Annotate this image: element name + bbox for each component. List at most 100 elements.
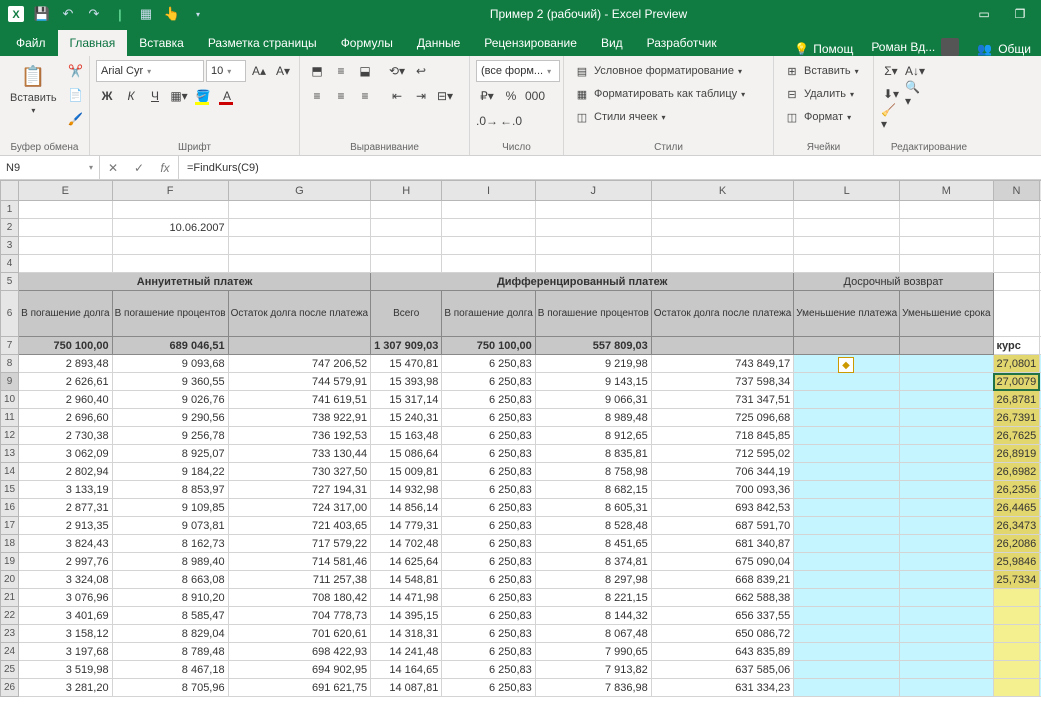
cell-H17[interactable]: 14 779,31 [371, 517, 442, 535]
cell-M21[interactable] [900, 589, 993, 607]
cell-L11[interactable] [794, 409, 900, 427]
row-header-14[interactable]: 14 [1, 463, 19, 481]
cell-E8[interactable]: 2 893,48 [19, 355, 112, 373]
cell-I8[interactable]: 6 250,83 [442, 355, 535, 373]
cell-J14[interactable]: 8 758,98 [535, 463, 651, 481]
cell-M24[interactable] [900, 643, 993, 661]
cell-N20[interactable]: 25,7334 [993, 571, 1040, 589]
save-icon[interactable]: 💾 [30, 2, 54, 26]
cell-I3[interactable] [442, 237, 535, 255]
select-all-corner[interactable] [1, 181, 19, 201]
increase-font-icon[interactable]: A▴ [248, 60, 270, 82]
cell-E21[interactable]: 3 076,96 [19, 589, 112, 607]
cell-F23[interactable]: 8 829,04 [112, 625, 228, 643]
cell-H9[interactable]: 15 393,98 [371, 373, 442, 391]
cell-early-header[interactable]: Досрочный возврат [794, 273, 993, 291]
copy-icon[interactable]: 📄 [65, 84, 87, 106]
cell-I19[interactable]: 6 250,83 [442, 553, 535, 571]
cell-E20[interactable]: 3 324,08 [19, 571, 112, 589]
cell-G6[interactable]: Остаток долга после платежа [228, 291, 370, 337]
cell-L25[interactable] [794, 661, 900, 679]
cell-H11[interactable]: 15 240,31 [371, 409, 442, 427]
col-header-K[interactable]: K [651, 181, 793, 201]
cell-L7[interactable] [794, 337, 900, 355]
cell-I20[interactable]: 6 250,83 [442, 571, 535, 589]
cell-M10[interactable] [900, 391, 993, 409]
cell-K25[interactable]: 637 585,06 [651, 661, 793, 679]
cell-N13[interactable]: 26,8919 [993, 445, 1040, 463]
cell-M1[interactable] [900, 201, 993, 219]
cell-N2[interactable] [993, 219, 1040, 237]
cell-F17[interactable]: 9 073,81 [112, 517, 228, 535]
italic-button[interactable]: К [120, 85, 142, 107]
cell-I17[interactable]: 6 250,83 [442, 517, 535, 535]
cell-L13[interactable] [794, 445, 900, 463]
cell-E24[interactable]: 3 197,68 [19, 643, 112, 661]
cell-E23[interactable]: 3 158,12 [19, 625, 112, 643]
cell-H19[interactable]: 14 625,64 [371, 553, 442, 571]
cell-M14[interactable] [900, 463, 993, 481]
cell-N22[interactable] [993, 607, 1040, 625]
row-header-5[interactable]: 5 [1, 273, 19, 291]
tab-формулы[interactable]: Формулы [329, 30, 405, 56]
cell-J18[interactable]: 8 451,65 [535, 535, 651, 553]
cell-M19[interactable] [900, 553, 993, 571]
cell-G10[interactable]: 741 619,51 [228, 391, 370, 409]
fx-icon[interactable]: fx [152, 156, 178, 179]
delete-cells-button[interactable]: ⊟Удалить▾ [780, 83, 858, 105]
cell-G22[interactable]: 704 778,73 [228, 607, 370, 625]
cell-G21[interactable]: 708 180,42 [228, 589, 370, 607]
cell-J24[interactable]: 7 990,65 [535, 643, 651, 661]
format-painter-icon[interactable]: 🖌️ [65, 108, 87, 130]
cell-M2[interactable] [900, 219, 993, 237]
cell-L18[interactable] [794, 535, 900, 553]
cell-L16[interactable] [794, 499, 900, 517]
cell-G17[interactable]: 721 403,65 [228, 517, 370, 535]
comma-icon[interactable]: 000 [524, 85, 546, 107]
cell-K1[interactable] [651, 201, 793, 219]
cell-M3[interactable] [900, 237, 993, 255]
paste-button[interactable]: 📋 Вставить▾ [6, 60, 61, 117]
cell-K16[interactable]: 693 842,53 [651, 499, 793, 517]
format-table-button[interactable]: ▦Форматировать как таблицу▾ [570, 83, 749, 105]
clear-icon[interactable]: 🧹▾ [880, 106, 902, 128]
merge-icon[interactable]: ⊟▾ [434, 85, 456, 107]
cell-F10[interactable]: 9 026,76 [112, 391, 228, 409]
cell-F9[interactable]: 9 360,55 [112, 373, 228, 391]
cell-K8[interactable]: 743 849,17 [651, 355, 793, 373]
cell-J19[interactable]: 8 374,81 [535, 553, 651, 571]
cell-E1[interactable] [19, 201, 112, 219]
cell-I22[interactable]: 6 250,83 [442, 607, 535, 625]
cell-K21[interactable]: 662 588,38 [651, 589, 793, 607]
cell-J12[interactable]: 8 912,65 [535, 427, 651, 445]
cell-M20[interactable] [900, 571, 993, 589]
cell-J2[interactable] [535, 219, 651, 237]
cell-F14[interactable]: 9 184,22 [112, 463, 228, 481]
cell-G26[interactable]: 691 621,75 [228, 679, 370, 697]
number-format-combo[interactable]: (все форм...▾ [476, 60, 560, 82]
cell-N15[interactable]: 26,2356 [993, 481, 1040, 499]
cell-K12[interactable]: 718 845,85 [651, 427, 793, 445]
cell-H13[interactable]: 15 086,64 [371, 445, 442, 463]
cell-H7[interactable]: 1 307 909,03 [371, 337, 442, 355]
cell-E4[interactable] [19, 255, 112, 273]
cell-N5[interactable] [993, 273, 1040, 291]
cell-E18[interactable]: 3 824,43 [19, 535, 112, 553]
cell-F20[interactable]: 8 663,08 [112, 571, 228, 589]
cell-I13[interactable]: 6 250,83 [442, 445, 535, 463]
cell-diff-header[interactable]: Дифференцированный платеж [371, 273, 794, 291]
touch-icon[interactable]: 👆 [160, 2, 184, 26]
cell-G13[interactable]: 733 130,44 [228, 445, 370, 463]
cell-H25[interactable]: 14 164,65 [371, 661, 442, 679]
cell-H22[interactable]: 14 395,15 [371, 607, 442, 625]
conditional-format-button[interactable]: ▤Условное форматирование▾ [570, 60, 746, 82]
cell-K22[interactable]: 656 337,55 [651, 607, 793, 625]
percent-icon[interactable]: % [500, 85, 522, 107]
cell-I10[interactable]: 6 250,83 [442, 391, 535, 409]
cell-F24[interactable]: 8 789,48 [112, 643, 228, 661]
cell-N6[interactable] [993, 291, 1040, 337]
cell-F25[interactable]: 8 467,18 [112, 661, 228, 679]
cell-G14[interactable]: 730 327,50 [228, 463, 370, 481]
cell-L3[interactable] [794, 237, 900, 255]
cell-I23[interactable]: 6 250,83 [442, 625, 535, 643]
